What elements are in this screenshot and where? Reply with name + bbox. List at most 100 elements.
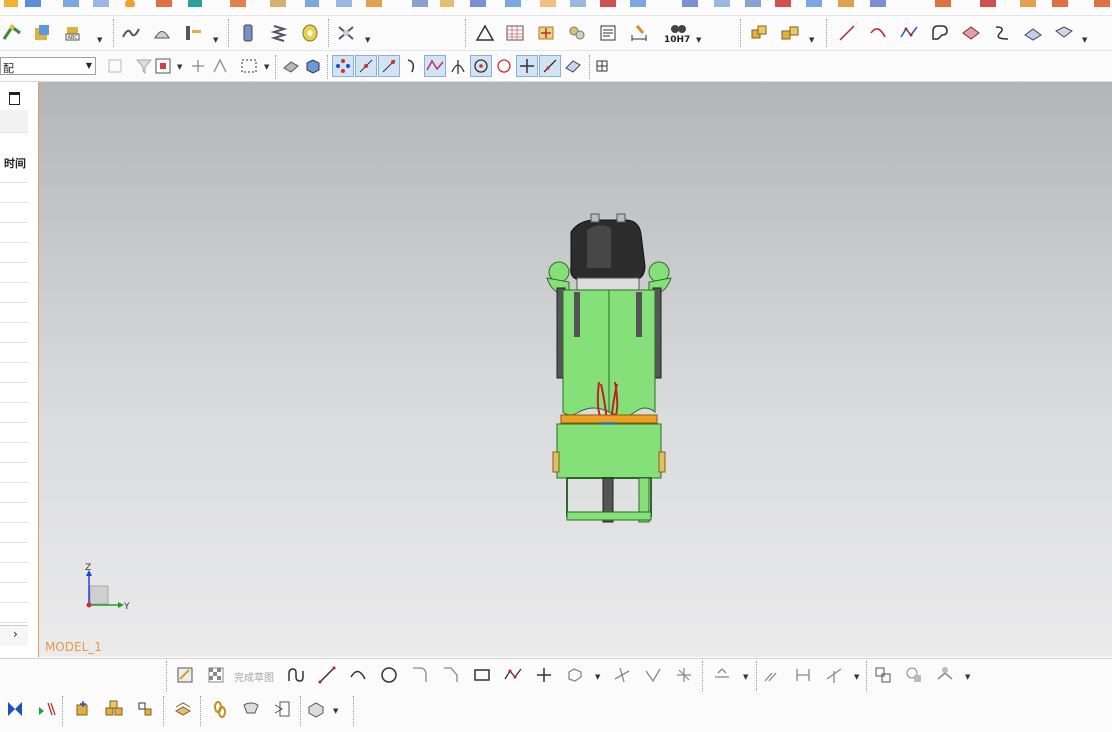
list-item[interactable] <box>0 312 28 323</box>
list-item[interactable] <box>0 192 28 203</box>
cable-icon[interactable] <box>335 22 357 44</box>
sketch-line-icon[interactable] <box>316 664 338 686</box>
list-item[interactable] <box>0 552 28 563</box>
snap-control-point-icon[interactable] <box>424 55 446 77</box>
dropdown-arrow-icon[interactable]: ▼ <box>809 36 814 44</box>
snap-vertex-icon[interactable] <box>209 55 231 77</box>
horizontal-scrollbar[interactable]: › <box>0 625 28 646</box>
list-item[interactable] <box>0 252 28 263</box>
align-icon[interactable] <box>182 22 204 44</box>
snap-tangent-icon[interactable] <box>493 55 515 77</box>
snap-arc-center-icon[interactable] <box>470 55 492 77</box>
sketch-point-icon[interactable] <box>533 664 555 686</box>
intersect-curve-icon[interactable] <box>960 22 982 44</box>
dropdown-arrow-icon[interactable]: ▼ <box>595 673 600 681</box>
list-item[interactable] <box>0 332 28 343</box>
part-family-icon[interactable] <box>566 22 588 44</box>
dropdown-arrow-icon[interactable]: ▼ <box>264 63 269 71</box>
assembly-array-icon[interactable] <box>748 22 770 44</box>
selection-scope-icon[interactable] <box>152 55 174 77</box>
project-curve-icon[interactable] <box>1022 22 1044 44</box>
finish-sketch-icon[interactable] <box>205 664 227 686</box>
offset-curve-icon[interactable] <box>991 22 1013 44</box>
list-item[interactable] <box>0 452 28 463</box>
sketch-icon[interactable] <box>174 664 196 686</box>
graphics-viewport[interactable]: Z Y MODEL_1 <box>38 82 1112 657</box>
list-item[interactable] <box>0 492 28 503</box>
render-style-icon[interactable] <box>302 55 324 77</box>
datum-point-icon[interactable] <box>535 22 557 44</box>
clearance-analysis-icon[interactable] <box>240 698 262 720</box>
shell-icon[interactable] <box>151 22 173 44</box>
quick-extend-icon[interactable] <box>642 664 664 686</box>
line-icon[interactable] <box>836 22 858 44</box>
exploded-view-icon[interactable] <box>172 698 194 720</box>
box-select-icon[interactable] <box>238 55 260 77</box>
dropdown-arrow-icon[interactable]: ▼ <box>965 673 970 681</box>
dropdown-arrow-icon[interactable]: ▼ <box>365 36 370 44</box>
list-item[interactable] <box>0 412 28 423</box>
column-header-time[interactable]: 时间 <box>4 155 26 171</box>
pattern-component-icon[interactable] <box>103 698 125 720</box>
snap-existing-point-icon[interactable] <box>516 55 538 77</box>
snap-endpoint-icon[interactable] <box>332 55 354 77</box>
list-item[interactable] <box>0 592 28 603</box>
spline-icon[interactable] <box>898 22 920 44</box>
dropdown-arrow-icon[interactable]: ▼ <box>97 36 102 44</box>
finish-sketch-label[interactable]: 完成草图 <box>234 669 274 684</box>
rectangle-icon[interactable] <box>471 664 493 686</box>
dropdown-arrow-icon[interactable]: ▼ <box>177 63 182 71</box>
offset-sketch-icon[interactable] <box>711 664 733 686</box>
auto-constrain-icon[interactable] <box>823 664 845 686</box>
assembly-sequence-icon[interactable] <box>305 698 327 720</box>
snap-point-on-surface-icon[interactable] <box>539 55 561 77</box>
mirror-assembly-icon[interactable] <box>779 22 801 44</box>
arc-icon[interactable] <box>867 22 889 44</box>
selection-filter-combo[interactable]: 配 ▼ <box>0 57 96 75</box>
grid-icon[interactable] <box>591 55 613 77</box>
model-assembly[interactable] <box>546 213 672 523</box>
studio-spline-icon[interactable] <box>502 664 524 686</box>
dropdown-arrow-icon[interactable]: ▼ <box>333 707 338 715</box>
surface-icon[interactable] <box>120 22 142 44</box>
list-item[interactable] <box>0 272 28 283</box>
list-item[interactable] <box>0 392 28 403</box>
select-component-icon[interactable] <box>104 55 126 77</box>
wave-link-icon[interactable] <box>271 698 293 720</box>
snap-midpoint-icon[interactable] <box>355 55 377 77</box>
fillet-icon[interactable] <box>409 664 431 686</box>
make-corner-icon[interactable] <box>673 664 695 686</box>
spring-icon[interactable] <box>268 22 290 44</box>
snap-bounded-grid-icon[interactable] <box>562 55 584 77</box>
snap-quadrant-icon[interactable] <box>401 55 423 77</box>
list-item[interactable] <box>0 172 28 183</box>
tolerance-label[interactable]: 10H7 <box>664 35 690 45</box>
mirror-component-icon[interactable] <box>134 698 156 720</box>
list-item[interactable] <box>0 372 28 383</box>
profile-sketch-icon[interactable] <box>285 664 307 686</box>
dropdown-arrow-icon[interactable]: ▼ <box>854 673 859 681</box>
dropdown-arrow-icon[interactable]: ▼ <box>213 36 218 44</box>
dimension-icon[interactable] <box>628 22 650 44</box>
quick-trim-icon[interactable] <box>611 664 633 686</box>
alternate-solution-icon[interactable] <box>903 664 925 686</box>
list-item[interactable] <box>0 472 28 483</box>
chevron-right-icon[interactable]: › <box>13 627 18 641</box>
list-item[interactable] <box>0 532 28 543</box>
chamfer-icon[interactable] <box>440 664 462 686</box>
snap-on-curve-icon[interactable] <box>378 55 400 77</box>
component-label-icon[interactable]: ABC <box>63 22 85 44</box>
polygon-icon[interactable] <box>564 664 586 686</box>
reattach-sketch-icon[interactable] <box>934 664 956 686</box>
wrap-curve-icon[interactable] <box>1053 22 1075 44</box>
shaded-view-icon[interactable] <box>280 55 302 77</box>
maximize-icon[interactable] <box>9 92 20 105</box>
table-icon[interactable] <box>504 22 526 44</box>
coil-icon[interactable] <box>237 22 259 44</box>
move-component-icon[interactable] <box>72 698 94 720</box>
profile-icon[interactable] <box>929 22 951 44</box>
triangle-icon[interactable] <box>474 22 496 44</box>
geometric-constraint-icon[interactable] <box>761 664 783 686</box>
note-icon[interactable] <box>597 22 619 44</box>
washer-icon[interactable] <box>299 22 321 44</box>
